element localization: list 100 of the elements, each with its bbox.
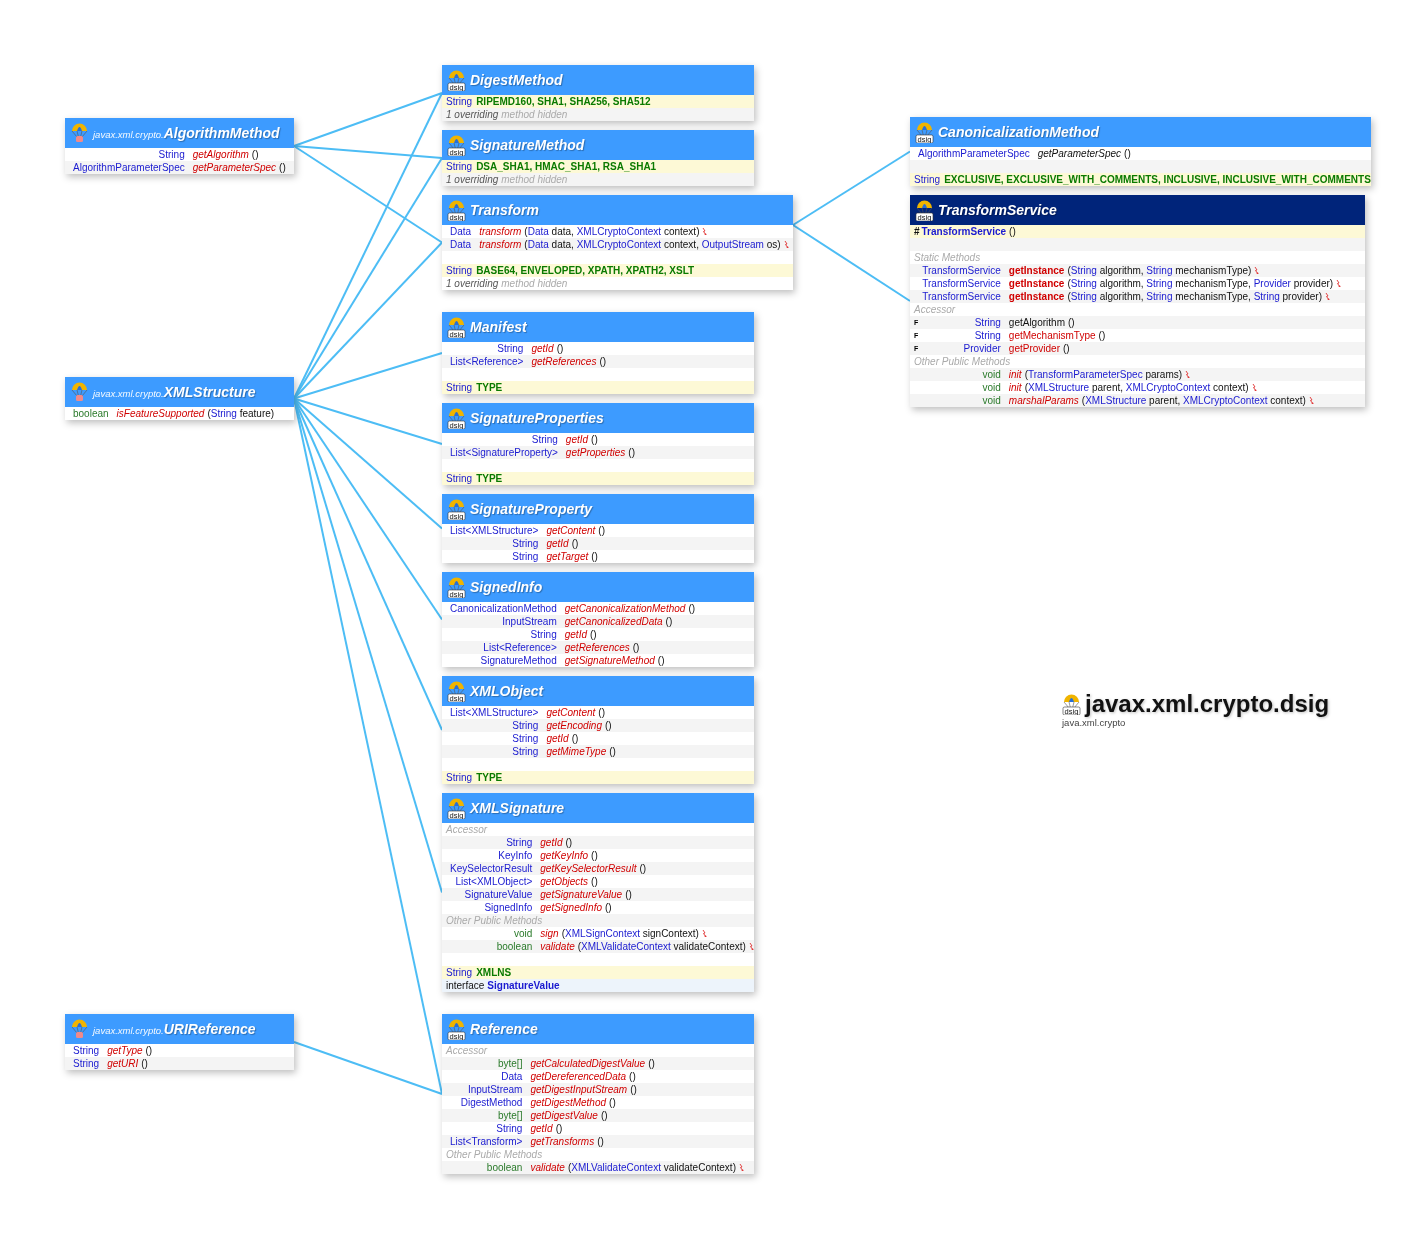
parameter-list: (): [625, 889, 632, 900]
parameter-list: (): [628, 447, 635, 458]
constructor-name: TransformService: [921, 226, 1007, 237]
return-type: boolean: [73, 408, 109, 419]
section-label: Other Public Methods: [446, 1149, 543, 1160]
return-type: void: [982, 369, 1001, 380]
hidden-methods-note: 1 overriding method hidden: [446, 174, 568, 185]
method-name: getAlgorithm: [192, 149, 249, 160]
parameter-list: (): [279, 162, 286, 173]
class-name: Manifest: [470, 320, 527, 334]
parachute-icon: [70, 381, 89, 403]
package-name: javax.xml.crypto.: [93, 1025, 164, 1037]
method-name: getObjects: [540, 876, 589, 887]
parameter-list: (): [1098, 330, 1106, 341]
parameter-list: (): [629, 1071, 636, 1082]
class-name: Transform: [470, 203, 539, 217]
field-type: String: [446, 265, 473, 276]
class-name: SignatureMethod: [470, 138, 585, 152]
method-name: getContent: [546, 525, 596, 536]
return-type: List<Reference>: [483, 642, 557, 653]
method-name: getInstance: [1008, 291, 1065, 302]
return-type: List<XMLStructure>: [450, 707, 539, 718]
parameter-list: (XMLStructure parent, XMLCryptoContext context): [1024, 382, 1249, 393]
return-type: TransformService: [922, 291, 1001, 302]
return-type: Data: [501, 1071, 523, 1082]
method-name: getMimeType: [546, 746, 607, 757]
return-type: Data: [450, 239, 472, 250]
parameter-list: (): [598, 525, 605, 536]
parameter-list: (): [600, 1110, 608, 1121]
method-name: transform: [479, 239, 522, 250]
parameter-list: (): [599, 356, 607, 367]
return-type: InputStream: [467, 1084, 523, 1095]
return-type: String: [158, 149, 185, 160]
parameter-list: (): [597, 1136, 604, 1147]
package-title: javax.xml.crypto.dsig: [1085, 690, 1330, 718]
parameter-list: (): [251, 149, 259, 160]
method-name: getCalculatedDigestValue: [530, 1058, 646, 1069]
return-type: boolean: [486, 1162, 523, 1173]
class-name: TransformService: [938, 203, 1057, 217]
return-type: Data: [450, 226, 472, 237]
parameter-list: (): [571, 733, 579, 744]
method-name: getId: [530, 1123, 553, 1134]
return-type: String: [512, 733, 539, 744]
method-name: validate: [530, 1162, 565, 1173]
class-name: CanonicalizationMethod: [938, 125, 1099, 139]
return-type: String: [73, 1058, 100, 1069]
method-name: getId: [540, 837, 563, 848]
parameter-list: (TransformParameterSpec params): [1024, 369, 1183, 380]
method-name: getCanonicalizedData: [564, 616, 663, 627]
method-name: getParameterSpec: [1037, 148, 1122, 159]
field-names: DSA_SHA1, HMAC_SHA1, RSA_SHA1: [476, 161, 657, 172]
method-name: getEncoding: [546, 720, 602, 731]
parameter-list: (String algorithm, String mechanismType): [1067, 265, 1252, 276]
field-type: String: [446, 161, 473, 172]
return-type: List<Transform>: [450, 1136, 523, 1147]
return-type: List<XMLObject>: [455, 876, 533, 887]
method-name: getSignedInfo: [540, 902, 602, 913]
parameter-list: (): [609, 746, 616, 757]
method-name: getId: [564, 629, 587, 640]
method-name: getId: [531, 343, 554, 354]
parameter-list: (XMLValidateContext validateContext): [567, 1162, 736, 1173]
modifier-mark: #: [914, 226, 920, 237]
return-type: SignedInfo: [484, 902, 533, 913]
field-names: TYPE: [476, 473, 503, 484]
method-name: transform: [479, 226, 522, 237]
return-type: String: [73, 1045, 100, 1056]
parameter-list: (Data data, XMLCryptoContext context, OutputStream os): [524, 239, 781, 250]
parameter-list: (): [1009, 226, 1016, 237]
field-names: XMLNS: [476, 967, 512, 978]
class-name: XMLObject: [470, 684, 544, 698]
parameter-list: (Data data, XMLCryptoContext context): [524, 226, 700, 237]
method-name: getId: [546, 733, 569, 744]
parameter-list: (): [591, 434, 598, 445]
return-type: String: [512, 551, 539, 562]
parameter-list: (): [630, 1084, 637, 1095]
return-type: void: [982, 395, 1001, 406]
field-names: TYPE: [476, 772, 503, 783]
parameter-list: (): [145, 1045, 153, 1056]
return-type: TransformService: [922, 278, 1001, 289]
return-type: String: [506, 837, 533, 848]
method-name: getSignatureValue: [540, 889, 623, 900]
method-name: marshalParams: [1008, 395, 1079, 406]
return-type: String: [974, 330, 1001, 341]
method-name: getURI: [107, 1058, 139, 1069]
method-name: getSignatureMethod: [564, 655, 655, 666]
parameter-list: (): [609, 1097, 616, 1108]
section-label: Accessor: [446, 824, 488, 835]
field-names: RIPEMD160, SHA1, SHA256, SHA512: [476, 96, 651, 107]
field-names: TYPE: [476, 382, 503, 393]
method-name: isFeatureSupported: [116, 408, 205, 419]
package-name: javax.xml.crypto.: [93, 388, 164, 400]
hidden-methods-note: 1 overriding method hidden: [446, 109, 568, 120]
method-name: getProvider: [1008, 343, 1060, 354]
parameter-list: (XMLSignContext signContext): [561, 928, 699, 939]
parameter-list: (): [591, 876, 598, 887]
method-name: getMechanismType: [1008, 330, 1096, 341]
method-name: getProperties: [565, 447, 626, 458]
class-name: SignatureProperty: [470, 502, 593, 516]
package-name: javax.xml.crypto.: [93, 129, 164, 140]
parameter-list: (): [605, 902, 612, 913]
